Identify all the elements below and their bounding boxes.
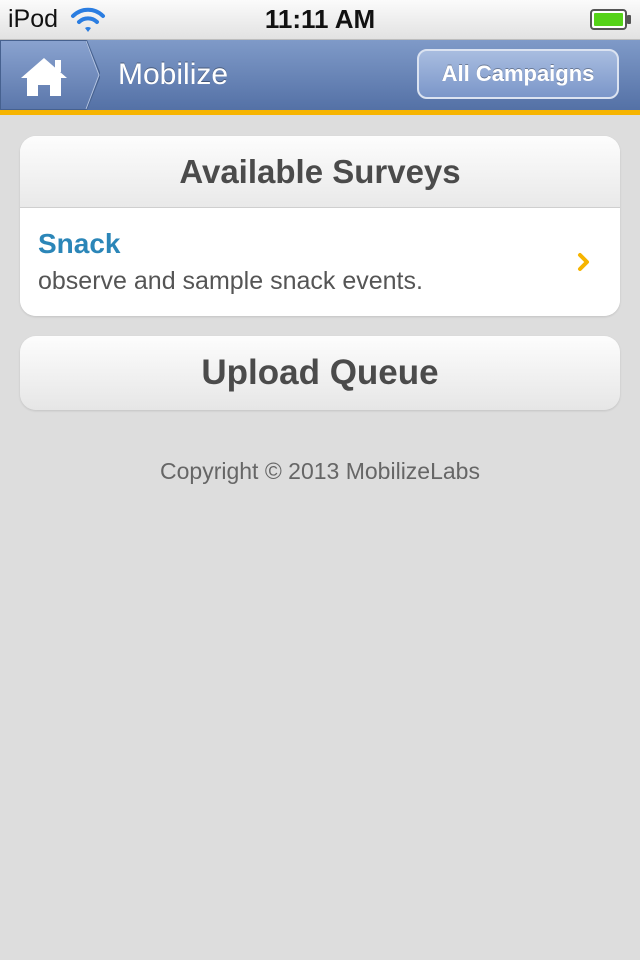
status-time: 11:11 AM — [264, 4, 376, 34]
survey-description: observe and sample snack events. — [38, 267, 423, 295]
copyright-text: Copyright © 2013 MobilizeLabs — [160, 458, 480, 484]
surveys-card: Available Surveys Snack observe and samp… — [20, 136, 620, 316]
battery-icon — [590, 9, 632, 30]
surveys-header: Available Surveys — [20, 136, 620, 208]
nav-bar: Mobilize All Campaigns — [0, 40, 640, 110]
upload-queue-button[interactable]: Upload Queue — [20, 336, 620, 410]
survey-item-snack[interactable]: Snack observe and sample snack events. — [20, 208, 620, 316]
chevron-right-icon — [576, 252, 592, 272]
page-title: Mobilize — [118, 58, 229, 91]
status-bar: iPod 11:11 AM — [0, 0, 640, 40]
home-button[interactable] — [0, 40, 100, 110]
all-campaigns-button[interactable]: All Campaigns — [417, 49, 619, 99]
survey-name: Snack — [38, 228, 121, 259]
nav-accent-stripe — [0, 110, 640, 115]
